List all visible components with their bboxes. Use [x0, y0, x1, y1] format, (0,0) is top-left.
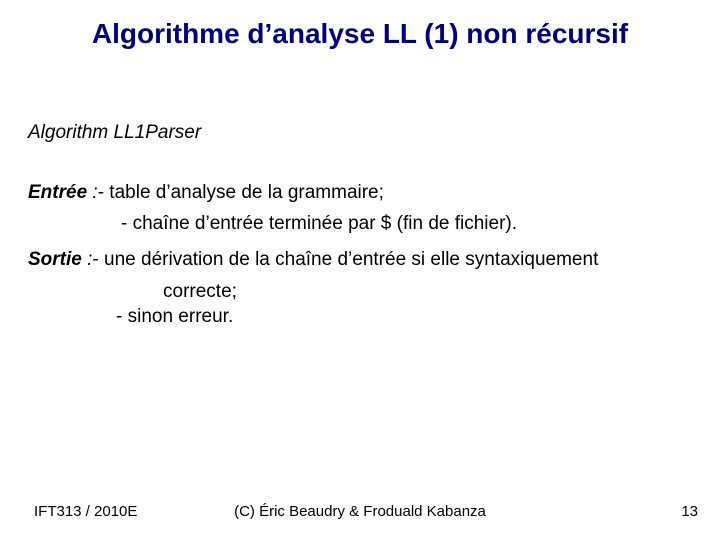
entree-line-2: - chaîne d’entrée terminée par $ (fin de…	[28, 211, 692, 237]
sortie-line-2: correcte;	[28, 279, 692, 305]
footer-center: (C) Éric Beaudry & Froduald Kabanza	[0, 503, 720, 520]
sortie-row-1: Sortie : - une dérivation de la chaîne d…	[28, 247, 692, 273]
sortie-label: Sortie :	[28, 247, 92, 273]
entree-row-1: Entrée : - table d’analyse de la grammai…	[28, 180, 692, 206]
algorithm-name: Algorithm LL1Parser	[28, 120, 692, 146]
slide-title: Algorithme d’analyse LL (1) non récursif	[0, 18, 720, 50]
entree-label-rest: :	[87, 182, 98, 203]
sortie-line-1: - une dérivation de la chaîne d’entrée s…	[92, 247, 598, 273]
body-area: Algorithm LL1Parser Entrée : - table d’a…	[28, 120, 692, 330]
slide: Algorithme d’analyse LL (1) non récursif…	[0, 0, 720, 540]
entree-label-bold: Entrée	[28, 182, 87, 203]
entree-line-1: - table d’analyse de la grammaire;	[98, 180, 384, 206]
sortie-label-rest: :	[82, 249, 93, 270]
sortie-line-3: - sinon erreur.	[28, 304, 692, 330]
footer-page-number: 13	[681, 503, 698, 520]
entree-label: Entrée :	[28, 180, 98, 206]
sortie-label-bold: Sortie	[28, 249, 82, 270]
